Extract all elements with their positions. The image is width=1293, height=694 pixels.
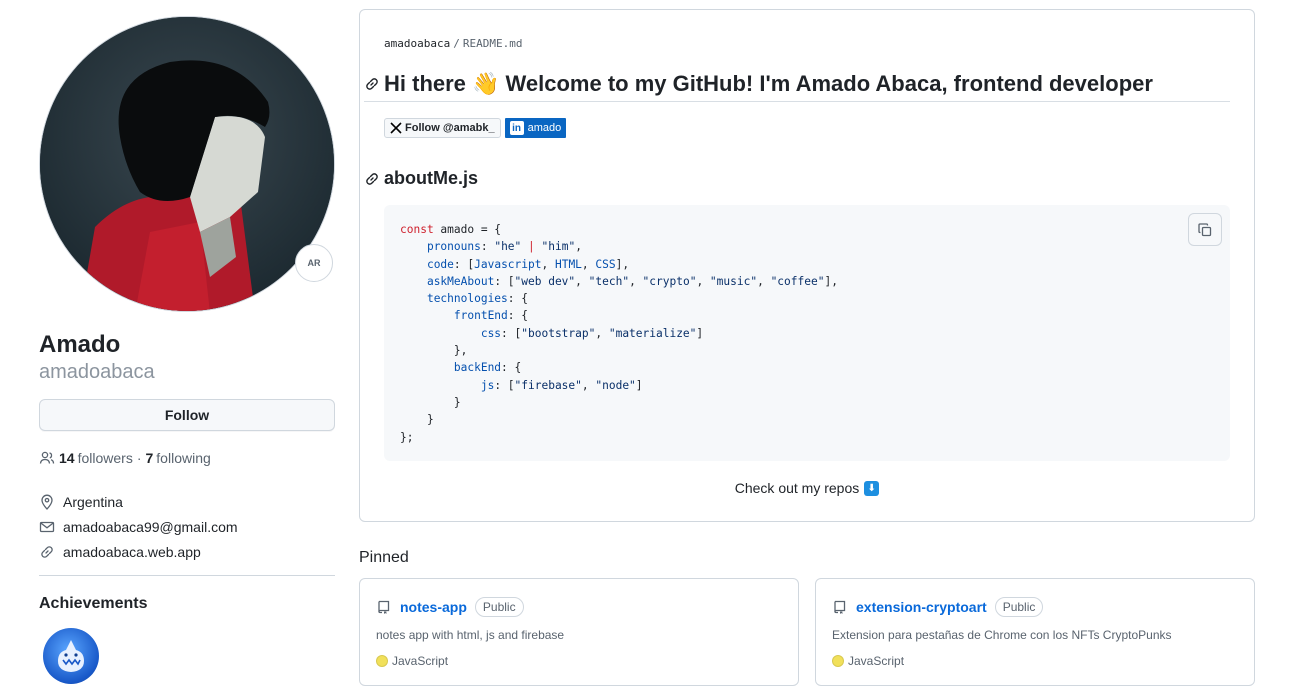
readme-breadcrumb: amadoabaca / README.md — [384, 37, 522, 50]
pinned-repo-header: notes-app Public — [376, 597, 524, 617]
pinned-repo-card: extension-cryptoart Public Extension par… — [815, 578, 1255, 686]
follow-button[interactable]: Follow — [39, 399, 335, 431]
followers-row: 14 followers · 7 following — [39, 449, 211, 467]
profile-username: amadoabaca — [39, 361, 155, 383]
code-line: } — [400, 413, 434, 427]
code-line: frontEnd: { — [453, 309, 528, 323]
pinned-repo-language: JavaScript — [832, 654, 904, 668]
pinned-repo-language: JavaScript — [376, 654, 448, 668]
pinned-repo-card: notes-app Public notes app with html, js… — [359, 578, 799, 686]
profile-avatar[interactable] — [39, 16, 335, 312]
code-line: }, — [400, 344, 468, 358]
follow-separator: · — [136, 450, 142, 466]
code-line: askMeAbout: ["web dev", "tech", "crypto"… — [426, 274, 838, 288]
repo-icon — [832, 599, 848, 615]
profile-sidebar: AR Amado amadoabaca Follow 14 followers ·… — [39, 0, 335, 694]
mail-icon — [39, 519, 55, 535]
pinned-repo-description: notes app with html, js and firebase — [376, 628, 565, 642]
breadcrumb-file[interactable]: README.md — [463, 37, 523, 50]
linkedin-icon: in — [509, 121, 524, 135]
check-repos-line: Check out my repos ⬇ — [360, 480, 1254, 496]
achievements-title: Achievements — [39, 595, 148, 612]
linkedin-badge-label: amado — [527, 122, 562, 134]
following-link[interactable]: 7 following — [146, 450, 211, 466]
copy-button[interactable] — [1188, 213, 1222, 246]
language-name: JavaScript — [848, 654, 905, 668]
copy-icon — [1198, 222, 1212, 236]
readme-subheading-text: aboutMe.js — [384, 168, 479, 188]
code-line: technologies: { — [426, 292, 528, 306]
code-line: backEnd: { — [453, 361, 522, 375]
readme-heading-text: Hi there 👋 Welcome to my GitHub! I'm Ama… — [384, 71, 1153, 96]
pinned-repo-description: Extension para pestañas de Chrome con lo… — [832, 628, 1172, 642]
readme-heading: Hi there 👋 Welcome to my GitHub! I'm Ama… — [364, 67, 1230, 102]
code-line: } — [400, 395, 461, 409]
anchor-link-icon[interactable] — [364, 76, 380, 92]
code-line: css: ["bootstrap", "materialize"] — [480, 326, 704, 340]
shark-icon — [58, 640, 84, 672]
code-line: }; — [400, 430, 414, 444]
breadcrumb-separator: / — [453, 37, 460, 50]
pinned-title: Pinned — [359, 549, 409, 566]
code-line: js: ["firebase", "node"] — [480, 378, 643, 392]
code-line: code: [Javascript, HTML, CSS], — [426, 257, 630, 271]
x-follow-badge-label: Follow @amabk_ — [405, 122, 495, 134]
location-text: Argentina — [63, 493, 123, 510]
breadcrumb-user[interactable]: amadoabaca — [384, 37, 450, 50]
website-item[interactable]: amadoabaca.web.app — [39, 539, 335, 564]
down-arrow-icon: ⬇ — [864, 480, 880, 496]
link-icon — [39, 544, 55, 560]
sidebar-divider — [39, 575, 335, 576]
followers-link[interactable]: 14 followers — [59, 450, 133, 466]
avatar-illustration — [40, 17, 334, 311]
profile-readme: amadoabaca / README.md Hi there 👋 Welcome … — [359, 9, 1255, 522]
repo-icon — [376, 599, 392, 615]
language-color-dot — [376, 655, 388, 667]
social-badges: Follow @amabk_ in amado — [384, 118, 567, 138]
readme-subheading: aboutMe.js — [364, 168, 478, 189]
location-icon — [39, 494, 55, 510]
pinned-repo-link[interactable]: extension-cryptoart — [856, 599, 987, 615]
profile-details: Argentina amadoabaca99@gmail.com amadoab… — [39, 489, 335, 564]
pinned-repo-header: extension-cryptoart Public — [832, 597, 1044, 617]
x-logo-icon — [390, 122, 402, 134]
anchor-link-icon[interactable] — [364, 171, 380, 187]
email-item[interactable]: amadoabaca99@gmail.com — [39, 514, 335, 539]
profile-display-name: Amado — [39, 331, 121, 358]
visibility-badge: Public — [994, 597, 1044, 617]
check-repos-text: Check out my repos — [734, 480, 860, 496]
location-item: Argentina — [39, 489, 335, 514]
x-follow-badge[interactable]: Follow @amabk_ — [384, 118, 501, 138]
linkedin-badge[interactable]: in amado — [504, 118, 567, 138]
code-line: pronouns: "he" | "him", — [426, 240, 582, 254]
visibility-badge: Public — [474, 597, 524, 617]
status-badge[interactable]: AR — [295, 244, 333, 282]
people-icon — [39, 450, 55, 466]
pinned-repo-link[interactable]: notes-app — [400, 599, 467, 615]
achievement-badge[interactable] — [43, 628, 99, 684]
language-name: JavaScript — [392, 654, 449, 668]
code-content[interactable]: const amado = { pronouns: "he" | "him", … — [400, 221, 838, 446]
code-block[interactable]: const amado = { pronouns: "he" | "him", … — [384, 205, 1230, 461]
code-line: const amado = { — [400, 223, 502, 236]
language-color-dot — [832, 655, 844, 667]
website-link[interactable]: amadoabaca.web.app — [63, 544, 201, 560]
email-link[interactable]: amadoabaca99@gmail.com — [63, 519, 238, 535]
